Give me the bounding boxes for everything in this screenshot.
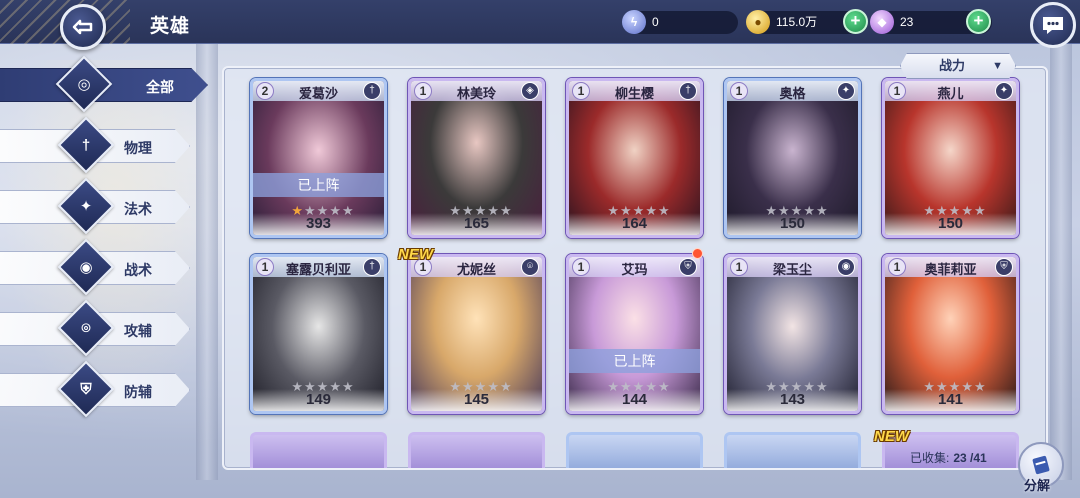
back-button[interactable] bbox=[60, 4, 106, 50]
resource-gem-value: 23 bbox=[900, 15, 914, 29]
hero-power: 149 bbox=[253, 389, 384, 411]
hero-list-panel: 2 爱葛沙 † 已上阵 ★★★★★ 393 1 林美玲 ◈ ★★★★★ 165 … bbox=[222, 66, 1048, 470]
add-gem-button[interactable]: + bbox=[966, 9, 991, 34]
lightning-coin-icon: ϟ bbox=[622, 10, 646, 34]
hero-card[interactable]: 1 梁玉尘 ◉ ★★★★★ 143 bbox=[724, 254, 861, 414]
dismantle-icon bbox=[1032, 455, 1050, 475]
hero-card[interactable]: 1 柳生樱 † ★★★★★ 164 bbox=[566, 78, 703, 238]
background-pillar bbox=[1050, 40, 1072, 480]
hero-card[interactable]: 2 爱葛沙 † 已上阵 ★★★★★ 393 bbox=[250, 78, 387, 238]
hero-card[interactable]: 1 奥菲莉亚 ⛨ ★★★★★ 141 bbox=[882, 254, 1019, 414]
class-icon: ✦ bbox=[837, 82, 855, 100]
deployed-label: 已上阵 bbox=[253, 173, 384, 197]
resource-energy-value: 0 bbox=[652, 15, 659, 29]
hero-power: 150 bbox=[727, 213, 858, 235]
class-icon: ⌾ bbox=[521, 258, 539, 276]
hero-card[interactable]: 1 尤妮丝 ⌾ ★★★★★ 145 bbox=[408, 254, 545, 414]
hero-power: 145 bbox=[411, 389, 542, 411]
class-icon: ✦ bbox=[995, 82, 1013, 100]
new-badge: NEW bbox=[874, 428, 909, 445]
hero-card-partial[interactable] bbox=[250, 432, 387, 468]
hero-power: 165 bbox=[411, 213, 542, 235]
tab-physical-label: 物理 bbox=[124, 140, 152, 156]
dismantle-label: 分解 bbox=[1024, 478, 1051, 493]
new-badge: NEW bbox=[398, 246, 433, 263]
collection-count: 已收集: 23 /41 bbox=[910, 449, 987, 466]
tab-magic-label: 法术 bbox=[124, 201, 152, 217]
class-icon: † bbox=[679, 82, 697, 100]
chat-bubble-icon bbox=[1043, 17, 1063, 34]
hero-card[interactable]: 1 林美玲 ◈ ★★★★★ 165 bbox=[408, 78, 545, 238]
tab-attack-support-label: 攻辅 bbox=[124, 323, 152, 339]
chevron-down-icon: ▼ bbox=[992, 60, 1003, 72]
hero-card-partial[interactable] bbox=[724, 432, 861, 468]
hero-card-partial[interactable] bbox=[566, 432, 703, 468]
purple-gem-icon: ◆ bbox=[870, 10, 894, 34]
resource-gold-value: 115.0万 bbox=[776, 15, 818, 29]
hero-power: 141 bbox=[885, 389, 1016, 411]
class-icon: † bbox=[363, 82, 381, 100]
gold-coin-icon: ● bbox=[746, 10, 770, 34]
top-bar: 英雄 ϟ 0 ● 115.0万 + ◆ 23 + bbox=[0, 0, 1080, 44]
hero-card[interactable]: 1 奥格 ✦ ★★★★★ 150 bbox=[724, 78, 861, 238]
hero-card[interactable]: 1 艾玛 ⛨ 已上阵 ★★★★★ 144 bbox=[566, 254, 703, 414]
class-icon: ◈ bbox=[521, 82, 539, 100]
hero-card[interactable]: 1 塞露贝利亚 † ★★★★★ 149 bbox=[250, 254, 387, 414]
class-icon: ⛨ bbox=[679, 258, 697, 276]
class-icon: ◉ bbox=[837, 258, 855, 276]
page-title: 英雄 bbox=[150, 16, 191, 37]
hero-power: 144 bbox=[569, 389, 700, 411]
tab-defense-support-label: 防辅 bbox=[124, 384, 152, 400]
notification-dot bbox=[692, 248, 703, 259]
hero-power: 150 bbox=[885, 213, 1016, 235]
class-icon: ⛨ bbox=[995, 258, 1013, 276]
class-icon: † bbox=[363, 258, 381, 276]
deployed-label: 已上阵 bbox=[569, 349, 700, 373]
hero-power: 143 bbox=[727, 389, 858, 411]
background-pillar bbox=[196, 40, 218, 480]
tab-tactics-label: 战术 bbox=[124, 262, 152, 278]
back-arrow-icon bbox=[72, 19, 93, 35]
sort-label: 战力 bbox=[939, 58, 966, 73]
resource-energy: ϟ 0 bbox=[622, 10, 738, 34]
hero-power: 393 bbox=[253, 213, 384, 235]
add-gold-button[interactable]: + bbox=[843, 9, 868, 34]
collection-value: 23 /41 bbox=[953, 451, 987, 465]
hero-card[interactable]: 1 燕儿 ✦ ★★★★★ 150 bbox=[882, 78, 1019, 238]
collection-label: 已收集: bbox=[910, 451, 950, 465]
hero-card-partial[interactable] bbox=[408, 432, 545, 468]
chat-button[interactable] bbox=[1030, 2, 1076, 48]
sort-dropdown[interactable]: 战力 ▼ bbox=[900, 53, 1016, 79]
hero-power: 164 bbox=[569, 213, 700, 235]
tab-all-label: 全部 bbox=[146, 79, 174, 95]
